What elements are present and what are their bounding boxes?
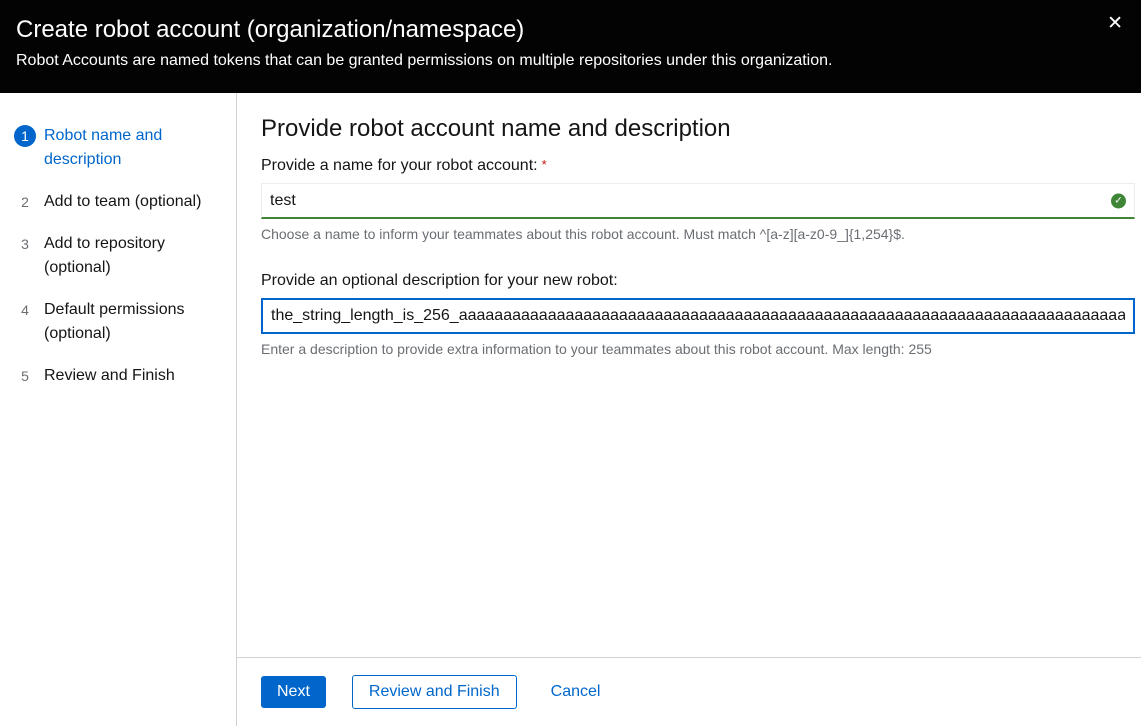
wizard-footer: Next Review and Finish Cancel (237, 657, 1141, 726)
step-number-badge: 3 (14, 233, 36, 255)
wizard-step-add-to-repository[interactable]: 3 Add to repository (optional) (0, 223, 236, 289)
step-number-badge: 4 (14, 299, 36, 321)
robot-description-form-group: Provide an optional description for your… (261, 272, 1135, 357)
next-button[interactable]: Next (261, 676, 326, 708)
step-label: Review and Finish (44, 364, 175, 388)
robot-description-input-wrap (261, 298, 1135, 334)
review-and-finish-button[interactable]: Review and Finish (352, 675, 517, 709)
required-asterisk: * (542, 157, 547, 172)
step-label: Robot name and description (44, 124, 220, 172)
wizard-main: Provide robot account name and descripti… (237, 93, 1141, 726)
success-check-icon: ✓ (1111, 194, 1126, 209)
wizard-step-default-permissions[interactable]: 4 Default permissions (optional) (0, 289, 236, 355)
wizard-step-add-to-team[interactable]: 2 Add to team (optional) (0, 181, 236, 223)
modal-title: Create robot account (organization/names… (16, 14, 1093, 45)
wizard-step-robot-name[interactable]: 1 Robot name and description (0, 115, 236, 181)
robot-description-helper-text: Enter a description to provide extra inf… (261, 341, 1135, 357)
step-number-badge: 5 (14, 365, 36, 387)
cancel-button[interactable]: Cancel (535, 676, 617, 708)
wizard-nav: 1 Robot name and description 2 Add to te… (0, 93, 237, 726)
close-icon[interactable]: ✕ (1103, 10, 1127, 37)
step-label: Default permissions (optional) (44, 298, 220, 346)
wizard-body: Provide robot account name and descripti… (237, 93, 1141, 657)
page-title: Provide robot account name and descripti… (261, 115, 1135, 143)
robot-name-input[interactable] (261, 183, 1135, 219)
wizard: 1 Robot name and description 2 Add to te… (0, 93, 1141, 726)
step-label: Add to team (optional) (44, 190, 201, 214)
robot-description-input[interactable] (261, 298, 1135, 334)
modal-subtitle: Robot Accounts are named tokens that can… (16, 52, 1093, 70)
robot-name-label: Provide a name for your robot account:* (261, 157, 1135, 175)
step-label: Add to repository (optional) (44, 232, 220, 280)
wizard-step-review-finish[interactable]: 5 Review and Finish (0, 355, 236, 397)
step-number-badge: 2 (14, 191, 36, 213)
step-number-badge: 1 (14, 125, 36, 147)
modal-header: Create robot account (organization/names… (0, 0, 1141, 93)
robot-name-helper-text: Choose a name to inform your teammates a… (261, 226, 1135, 242)
robot-name-form-group: Provide a name for your robot account:* … (261, 157, 1135, 242)
robot-description-label: Provide an optional description for your… (261, 272, 1135, 290)
spacer (261, 242, 1135, 272)
robot-name-input-wrap: ✓ (261, 183, 1135, 219)
